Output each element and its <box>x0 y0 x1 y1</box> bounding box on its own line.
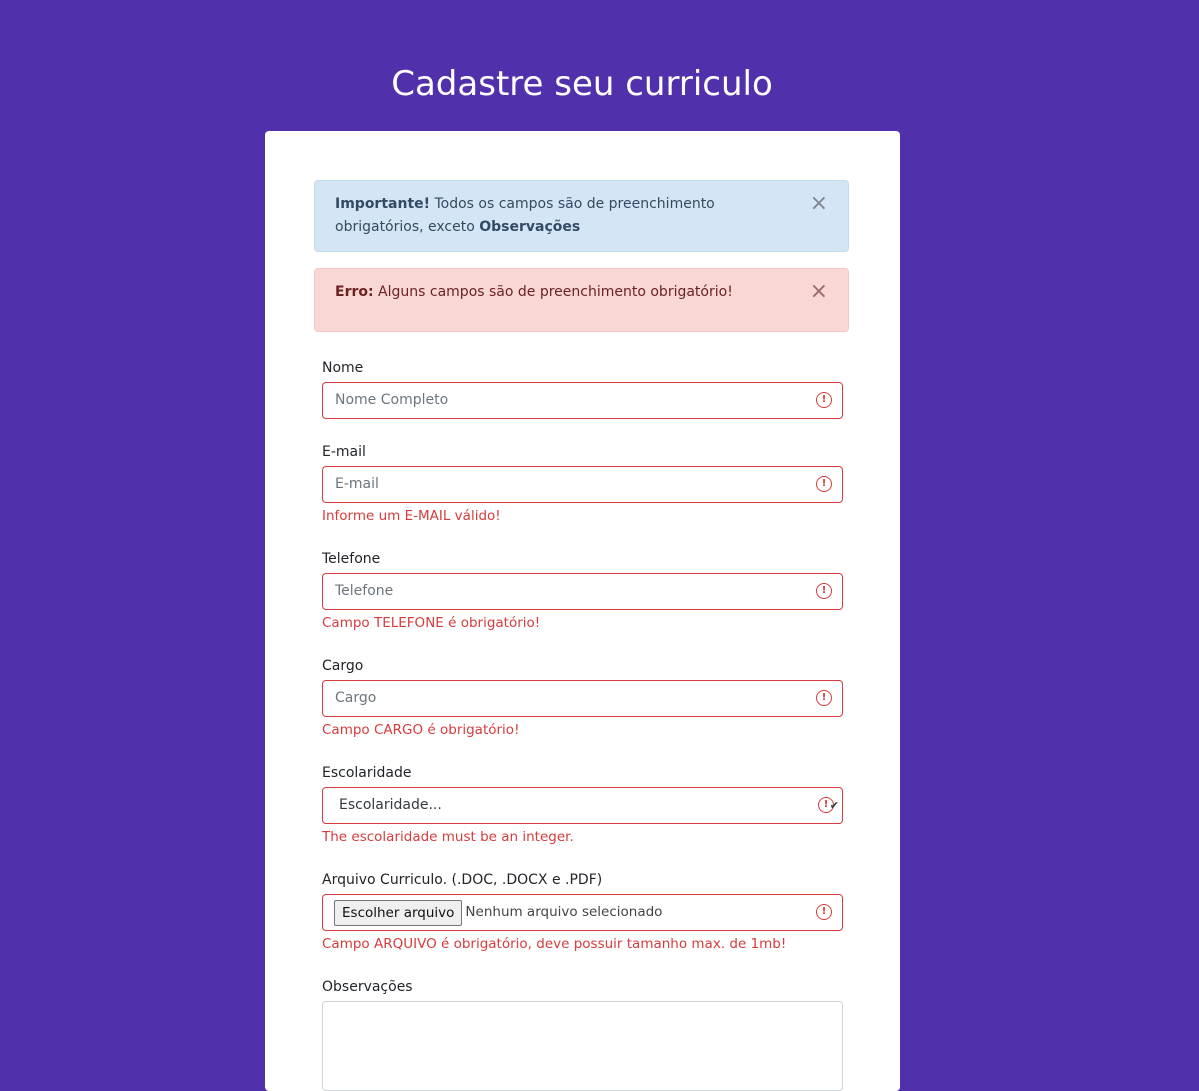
email-group: E-mail E-mail ! Informe um E-MAIL válido… <box>322 443 843 525</box>
escolaridade-group: Escolaridade Escolaridade... ! ✔ The esc… <box>322 764 843 846</box>
cargo-error: Campo CARGO é obrigatório! <box>322 722 520 738</box>
exclamation-circle-icon: ! <box>816 904 832 920</box>
info-alert: Importante! Todos os campos são de preen… <box>314 180 849 252</box>
arquivo-label: Arquivo Curriculo. (.DOC, .DOCX e .PDF) <box>322 872 603 888</box>
observacoes-group: Observações <box>322 978 843 1091</box>
observacoes-label: Observações <box>322 979 413 995</box>
escolaridade-select[interactable]: Escolaridade... ! ✔ <box>322 787 843 824</box>
escolaridade-error: The escolaridade must be an integer. <box>322 829 574 845</box>
telefone-group: Telefone Telefone ! Campo TELEFONE é obr… <box>322 550 843 632</box>
escolaridade-label: Escolaridade <box>322 765 412 781</box>
escolaridade-selected: Escolaridade... <box>339 797 442 813</box>
telefone-label: Telefone <box>322 551 381 567</box>
cargo-input[interactable]: Cargo ! <box>322 680 843 717</box>
telefone-placeholder: Telefone <box>335 583 394 599</box>
cargo-group: Cargo Cargo ! Campo CARGO é obrigatório! <box>322 657 843 739</box>
email-error: Informe um E-MAIL válido! <box>322 508 501 524</box>
error-alert-text: Alguns campos são de preenchimento obrig… <box>373 284 733 300</box>
close-icon[interactable]: × <box>810 193 828 215</box>
cargo-placeholder: Cargo <box>335 690 377 706</box>
choose-file-button[interactable]: Escolher arquivo <box>334 899 463 926</box>
telefone-input[interactable]: Telefone ! <box>322 573 843 610</box>
exclamation-circle-icon: ! <box>816 690 832 706</box>
observacoes-textarea[interactable] <box>322 1001 843 1091</box>
info-alert-strong: Importante! <box>335 196 431 212</box>
email-input[interactable]: E-mail ! <box>322 466 843 503</box>
file-status: Nenhum arquivo selecionado <box>465 904 663 920</box>
nome-label: Nome <box>322 360 364 376</box>
arquivo-group: Arquivo Curriculo. (.DOC, .DOCX e .PDF) … <box>322 871 843 953</box>
email-label: E-mail <box>322 444 366 460</box>
telefone-error: Campo TELEFONE é obrigatório! <box>322 615 541 631</box>
page-title: Cadastre seu curriculo <box>391 64 773 104</box>
close-icon[interactable]: × <box>810 281 828 303</box>
email-placeholder: E-mail <box>335 476 379 492</box>
form-card: Importante! Todos os campos são de preen… <box>265 131 900 1091</box>
arquivo-error: Campo ARQUIVO é obrigatório, deve possui… <box>322 936 787 952</box>
chevron-down-icon: ✔ <box>829 799 839 812</box>
info-alert-strong-observacoes: Observações <box>479 219 581 235</box>
error-alert-strong: Erro: <box>335 284 374 300</box>
exclamation-circle-icon: ! <box>816 392 832 408</box>
cargo-label: Cargo <box>322 658 364 674</box>
error-alert: Erro: Alguns campos são de preenchimento… <box>314 268 849 332</box>
exclamation-circle-icon: ! <box>816 583 832 599</box>
nome-input[interactable]: Nome Completo ! <box>322 382 843 419</box>
nome-placeholder: Nome Completo <box>335 392 449 408</box>
arquivo-input[interactable]: Escolher arquivo Nenhum arquivo seleciona… <box>322 894 843 931</box>
exclamation-circle-icon: ! <box>816 476 832 492</box>
nome-group: Nome Nome Completo ! <box>322 359 843 419</box>
